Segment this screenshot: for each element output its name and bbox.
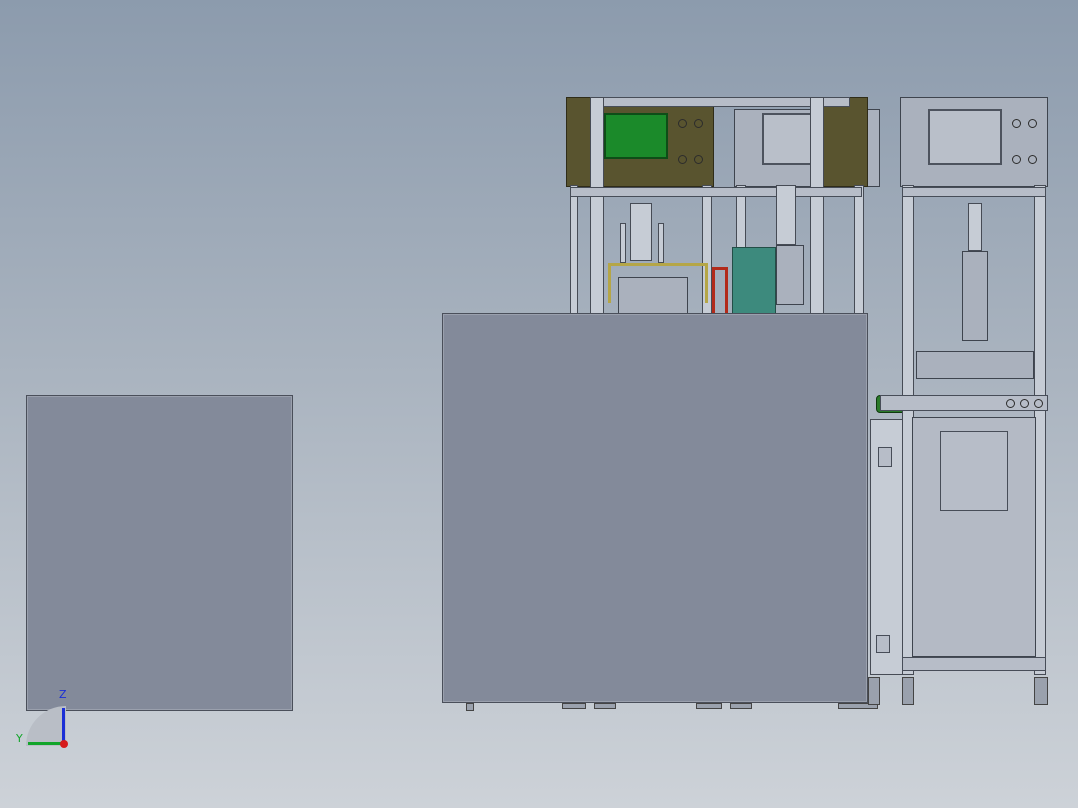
press-cylinder: [776, 185, 796, 245]
slide-rail: [916, 351, 1034, 379]
teal-unit: [732, 247, 776, 317]
link-bracket: [876, 635, 890, 653]
press-head: [962, 251, 988, 341]
leveling-foot: [730, 703, 752, 709]
fixture-block: [618, 277, 688, 317]
control-button[interactable]: [678, 155, 687, 164]
leveling-foot: [902, 677, 914, 705]
lift-table: [940, 431, 1008, 511]
z-axis-arrow: [62, 708, 65, 744]
control-button[interactable]: [1028, 119, 1037, 128]
leveling-foot: [1034, 677, 1048, 705]
left-box[interactable]: [26, 395, 293, 711]
conveyor-wheel: [1020, 399, 1029, 408]
front-cover-panel[interactable]: [442, 313, 868, 703]
axis-triad: Z Y: [16, 688, 76, 752]
press-cylinder: [630, 203, 652, 261]
leveling-foot: [696, 703, 722, 709]
leveling-foot: [466, 703, 474, 711]
leveling-foot: [562, 703, 586, 709]
y-axis-arrow: [28, 742, 64, 745]
control-button[interactable]: [678, 119, 687, 128]
control-button[interactable]: [694, 119, 703, 128]
red-cable: [712, 267, 728, 317]
guide-rod: [620, 223, 626, 263]
control-button[interactable]: [694, 155, 703, 164]
conveyor-wheel: [1034, 399, 1043, 408]
leveling-foot: [594, 703, 616, 709]
y-axis-label: Y: [16, 732, 23, 745]
base-beam: [902, 657, 1046, 671]
z-axis-label: Z: [59, 688, 67, 701]
link-bracket: [878, 447, 892, 467]
control-button[interactable]: [1028, 155, 1037, 164]
guide-rod: [658, 223, 664, 263]
x-axis-dot: [60, 740, 68, 748]
press-head: [776, 245, 804, 305]
mid-beam: [902, 187, 1046, 197]
conveyor-wheel: [1006, 399, 1015, 408]
control-button[interactable]: [1012, 155, 1021, 164]
hmi-screen-middle[interactable]: [762, 113, 814, 165]
machine-assembly[interactable]: [440, 95, 1052, 715]
hmi-screen-right[interactable]: [928, 109, 1002, 165]
hmi-screen-green[interactable]: [604, 113, 668, 159]
press-cylinder: [968, 203, 982, 251]
leveling-foot: [868, 677, 880, 705]
triad-arc: [26, 706, 66, 746]
mid-beam: [570, 187, 862, 197]
control-button[interactable]: [1012, 119, 1021, 128]
